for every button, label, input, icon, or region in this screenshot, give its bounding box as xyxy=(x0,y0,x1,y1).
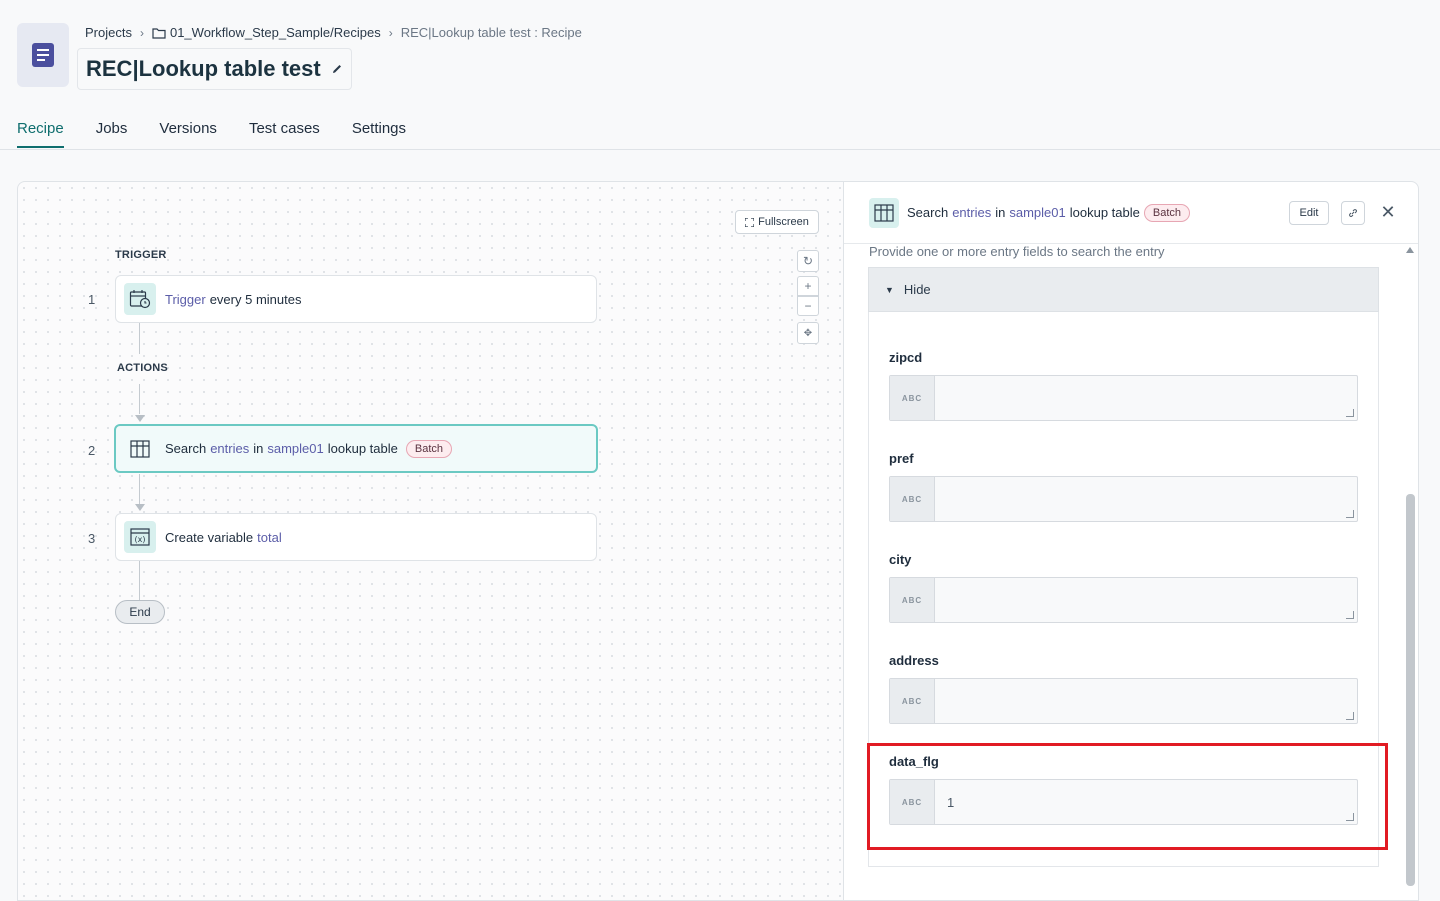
fullscreen-label: Fullscreen xyxy=(758,216,809,228)
resize-handle-icon[interactable] xyxy=(1346,611,1354,619)
step-trigger[interactable]: Trigger every 5 minutes xyxy=(115,275,597,323)
step-text: in xyxy=(253,441,264,456)
recipe-app-icon xyxy=(17,23,69,87)
pencil-icon[interactable] xyxy=(331,63,343,75)
table-icon xyxy=(869,197,899,228)
panel-header: Search entries in sample01 lookup table … xyxy=(844,182,1418,244)
plus-icon: + xyxy=(804,279,812,293)
tab-recipe[interactable]: Recipe xyxy=(17,120,64,148)
field-value[interactable] xyxy=(935,477,1357,521)
panel-title-keyword: entries xyxy=(952,205,992,220)
highlight-box xyxy=(867,743,1388,850)
group-toggle-label: Hide xyxy=(903,282,931,297)
resize-handle-icon[interactable] xyxy=(1346,510,1354,518)
field-type-tag: ABC xyxy=(890,477,935,521)
batch-badge: Batch xyxy=(405,439,452,458)
step-create-variable[interactable]: (x) Create variable total xyxy=(115,513,597,561)
field-label-zipcd: zipcd xyxy=(889,350,923,365)
field-type-tag: ABC xyxy=(890,679,935,723)
field-value[interactable] xyxy=(935,679,1357,723)
zipcd-field[interactable]: ABC xyxy=(889,375,1358,421)
breadcrumb-current: REC|Lookup table test : Recipe xyxy=(400,25,582,40)
scrollbar-thumb[interactable] xyxy=(1406,494,1415,886)
scheduler-icon xyxy=(124,283,156,315)
group-toggle[interactable]: ▼ Hide xyxy=(868,267,1379,312)
field-label-city: city xyxy=(889,552,912,567)
end-node: End xyxy=(115,600,165,624)
tabs-divider xyxy=(0,149,1440,150)
tab-jobs[interactable]: Jobs xyxy=(96,120,128,148)
link-icon xyxy=(1349,209,1357,217)
field-type-tag: ABC xyxy=(890,578,935,622)
breadcrumb: Projects › 01_Workflow_Step_Sample/Recip… xyxy=(85,25,582,40)
field-type-tag: ABC xyxy=(890,376,935,420)
step-text: Search xyxy=(165,441,207,456)
helper-text: Provide one or more entry fields to sear… xyxy=(869,244,1165,259)
batch-badge: Batch xyxy=(1143,203,1190,222)
variable-icon: (x) xyxy=(124,521,156,553)
expand-icon xyxy=(745,217,755,227)
step-keyword: sample01 xyxy=(267,441,324,456)
panel-title-text: Search xyxy=(907,205,949,220)
zoom-out-button[interactable]: − xyxy=(797,296,819,316)
connector-line xyxy=(139,474,140,504)
panel-title-keyword: sample01 xyxy=(1009,205,1066,220)
refresh-icon: ↻ xyxy=(802,254,814,268)
resize-handle-icon[interactable] xyxy=(1346,409,1354,417)
caret-down-icon: ▼ xyxy=(885,284,894,295)
connector-line xyxy=(139,323,140,354)
field-value[interactable] xyxy=(935,578,1357,622)
tab-versions[interactable]: Versions xyxy=(159,120,217,148)
breadcrumb-projects-link[interactable]: Projects xyxy=(85,25,132,40)
step-number: 3 xyxy=(88,531,96,546)
breadcrumb-folder-label: 01_Workflow_Step_Sample/Recipes xyxy=(169,25,381,40)
fullscreen-button[interactable]: Fullscreen xyxy=(735,210,819,234)
folder-icon xyxy=(152,27,166,39)
trigger-section-label: TRIGGER xyxy=(115,249,167,261)
field-value[interactable] xyxy=(935,376,1357,420)
reset-view-button[interactable]: ↻ xyxy=(797,250,819,272)
close-icon[interactable]: ✕ xyxy=(1380,202,1396,222)
step-keyword: entries xyxy=(210,441,250,456)
pref-field[interactable]: ABC xyxy=(889,476,1358,522)
step-keyword: Trigger xyxy=(165,291,206,307)
connector-arrow xyxy=(135,504,145,511)
recipe-title-box[interactable]: REC|Lookup table test xyxy=(77,48,352,90)
link-button[interactable] xyxy=(1341,201,1365,225)
scroll-up-arrow-icon[interactable] xyxy=(1406,247,1414,253)
minus-icon: − xyxy=(804,299,812,313)
connector-arrow xyxy=(135,415,145,422)
address-field[interactable]: ABC xyxy=(889,678,1358,724)
field-label-address: address xyxy=(889,653,939,668)
field-label-pref: pref xyxy=(889,451,914,466)
move-icon: ✥ xyxy=(803,327,813,339)
step-text: Create variable xyxy=(165,529,254,545)
svg-text:(x): (x) xyxy=(135,535,146,544)
edit-button[interactable]: Edit xyxy=(1289,201,1329,225)
step-text: every 5 minutes xyxy=(209,291,302,307)
step-keyword: total xyxy=(257,529,282,545)
zoom-in-button[interactable]: + xyxy=(797,276,819,296)
chevron-right-icon: › xyxy=(139,25,144,40)
connector-line xyxy=(139,561,140,600)
step-number: 2 xyxy=(88,443,96,458)
tab-settings[interactable]: Settings xyxy=(352,120,406,148)
page-title: REC|Lookup table test xyxy=(86,56,321,81)
actions-section-label: ACTIONS xyxy=(117,362,168,374)
connector-line xyxy=(139,384,140,414)
chevron-right-icon: › xyxy=(388,25,393,40)
step-number: 1 xyxy=(88,292,96,307)
panel-title-text: in xyxy=(995,205,1006,220)
step-text: lookup table xyxy=(327,441,398,456)
city-field[interactable]: ABC xyxy=(889,577,1358,623)
panel-title-text: lookup table xyxy=(1069,205,1140,220)
table-icon xyxy=(124,433,156,465)
fit-view-button[interactable]: ✥ xyxy=(797,322,819,344)
step-search-entries[interactable]: Search entries in sample01 lookup table … xyxy=(114,424,598,473)
resize-handle-icon[interactable] xyxy=(1346,712,1354,720)
breadcrumb-folder-link[interactable]: 01_Workflow_Step_Sample/Recipes xyxy=(152,25,381,40)
tab-bar: Recipe Jobs Versions Test cases Settings xyxy=(17,120,406,148)
tab-test-cases[interactable]: Test cases xyxy=(249,120,320,148)
